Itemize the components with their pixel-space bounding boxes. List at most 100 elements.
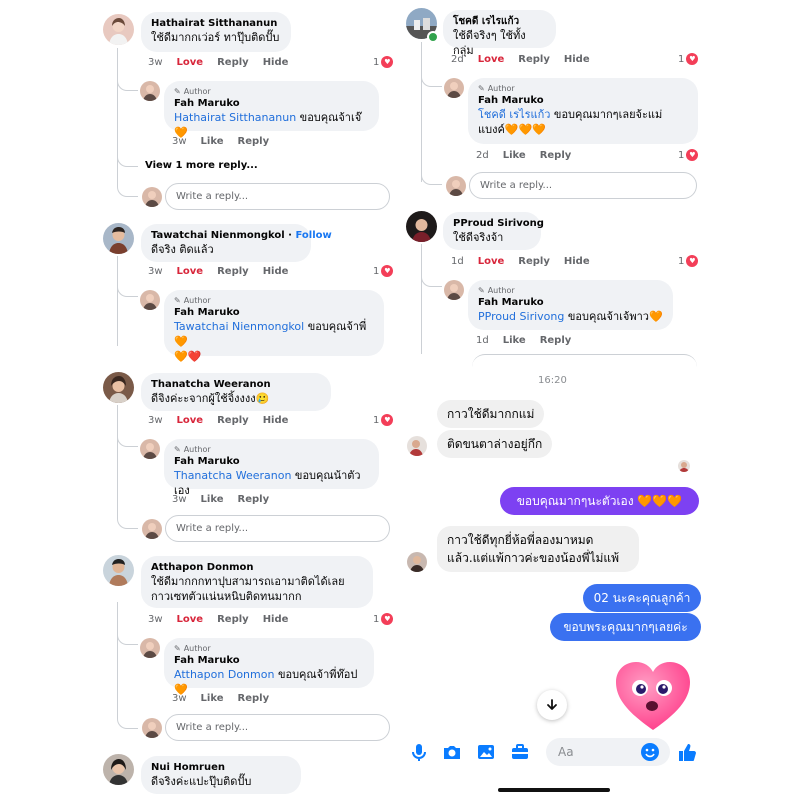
outgoing-message[interactable]: ขอบพระคุณมากๆเลยค่ะ — [550, 613, 701, 641]
like-button[interactable]: Like — [503, 335, 526, 346]
reaction-count[interactable]: 1 ♥ — [373, 613, 394, 625]
avatar[interactable] — [103, 223, 134, 254]
mention-link[interactable]: Tawatchai Nienmongkol — [174, 320, 304, 333]
reply-button[interactable]: Reply — [540, 335, 572, 346]
thread-branch — [117, 432, 138, 447]
author-reply-bubble: ✎ Author Fah Maruko Tawatchai Nienmongkol… — [164, 290, 384, 363]
heart-reaction-icon: ♥ — [686, 53, 699, 65]
like-button[interactable]: Like — [503, 150, 526, 161]
reply-button[interactable]: Reply — [217, 614, 249, 625]
avatar[interactable] — [103, 14, 134, 45]
hide-button[interactable]: Hide — [564, 256, 590, 267]
hide-button[interactable]: Hide — [263, 266, 289, 277]
reply-button[interactable]: Reply — [518, 54, 550, 65]
author-avatar[interactable] — [140, 439, 160, 459]
view-more-replies-link[interactable]: View 1 more reply... — [145, 160, 258, 171]
hide-button[interactable]: Hide — [564, 54, 590, 65]
mention-link[interactable]: โชคดี เรไรแก้ว — [478, 108, 550, 121]
hide-button[interactable]: Hide — [263, 415, 289, 426]
thumbs-up-icon[interactable] — [676, 741, 698, 763]
author-name[interactable]: Fah Maruko — [174, 97, 369, 110]
follow-button[interactable]: Follow — [295, 230, 331, 241]
comment-bubble: Hathairat Sitthananun ใช้ดีมากกเว่อร์ ทา… — [141, 12, 291, 52]
author-avatar[interactable] — [444, 280, 464, 300]
commenter-name[interactable]: Atthapon Donmon — [151, 561, 363, 574]
love-button[interactable]: Love — [478, 54, 505, 65]
author-reply-bubble: ✎ Author Fah Maruko Thanatcha Weeranon ขอ… — [164, 439, 379, 497]
reaction-count[interactable]: 1 ♥ — [373, 56, 394, 68]
reply-button[interactable]: Reply — [238, 494, 270, 505]
reaction-count[interactable]: 1 ♥ — [678, 53, 699, 65]
commenter-name[interactable]: โชคดี เรไรแก้ว — [453, 15, 546, 28]
reply-button[interactable]: Reply — [217, 415, 249, 426]
write-reply-input[interactable]: Write a reply... — [165, 714, 390, 741]
heart-face-sticker[interactable] — [614, 660, 692, 732]
reply-button[interactable]: Reply — [217, 266, 249, 277]
mention-link[interactable]: PProud Sirivong — [478, 310, 564, 323]
write-reply-input[interactable]: Write a reply... — [165, 183, 390, 210]
reply-button[interactable]: Reply — [238, 136, 270, 147]
camera-icon[interactable] — [441, 741, 463, 763]
hide-button[interactable]: Hide — [263, 57, 289, 68]
reaction-count[interactable]: 1 ♥ — [678, 149, 699, 161]
reply-button[interactable]: Reply — [518, 256, 550, 267]
emoji-icon[interactable] — [639, 741, 661, 763]
like-button[interactable]: Like — [201, 494, 224, 505]
author-name[interactable]: Fah Maruko — [478, 94, 688, 107]
commenter-name[interactable]: Nui Homruen — [151, 761, 291, 774]
reply-button[interactable]: Reply — [540, 150, 572, 161]
gallery-icon[interactable] — [475, 741, 497, 763]
microphone-icon[interactable] — [408, 741, 430, 763]
reply-button[interactable]: Reply — [238, 693, 270, 704]
mention-link[interactable]: Hathairat Sitthananun — [174, 111, 296, 124]
love-button[interactable]: Love — [177, 614, 204, 625]
write-reply-input-partial[interactable] — [472, 354, 697, 367]
author-avatar[interactable] — [140, 638, 160, 658]
avatar[interactable] — [103, 754, 134, 785]
commenter-name[interactable]: PProud Sirivong — [453, 217, 544, 230]
reaction-count[interactable]: 1 ♥ — [373, 414, 394, 426]
reaction-count[interactable]: 1 ♥ — [373, 265, 394, 277]
love-button[interactable]: Love — [177, 415, 204, 426]
author-avatar[interactable] — [140, 290, 160, 310]
avatar[interactable] — [103, 555, 134, 586]
comment-actions: 3w Love Reply Hide — [148, 415, 289, 426]
outgoing-message[interactable]: 02 นะคะคุณลูกค้า — [583, 584, 701, 612]
comment-bubble: โชคดี เรไรแก้ว ใช้ดีจริงๆ ใช้ทั้งกลุ่ม — [443, 10, 556, 57]
mention-link[interactable]: Thanatcha Weeranon — [174, 469, 291, 482]
write-reply-input[interactable]: Write a reply... — [469, 172, 697, 199]
incoming-message[interactable]: กาวใช้ดีมากกแม่ — [437, 400, 545, 428]
love-button[interactable]: Love — [177, 57, 204, 68]
like-button[interactable]: Like — [201, 693, 224, 704]
contact-avatar[interactable] — [407, 436, 427, 456]
author-name[interactable]: Fah Maruko — [174, 455, 369, 468]
commenter-name[interactable]: Hathairat Sitthananun — [151, 17, 281, 30]
mention-link[interactable]: Atthapon Donmon — [174, 668, 274, 681]
author-name[interactable]: Fah Maruko — [478, 296, 663, 309]
incoming-message[interactable]: กาวใช้ดีทุกยี่ห้อพี่ลองมาหมด แล้ว.แต่แพ้… — [437, 526, 639, 572]
reaction-count[interactable]: 1 ♥ — [678, 255, 699, 267]
author-avatar[interactable] — [140, 81, 160, 101]
reply-button[interactable]: Reply — [217, 57, 249, 68]
author-reply-bubble: ✎ Author Fah Maruko โชคดี เรไรแก้ว ขอบคุณ… — [468, 78, 698, 144]
avatar[interactable] — [406, 211, 437, 242]
commenter-name[interactable]: Tawatchai Nienmongkol — [151, 230, 285, 241]
scroll-to-bottom-button[interactable] — [537, 690, 567, 720]
love-button[interactable]: Love — [177, 266, 204, 277]
commenter-name[interactable]: Thanatcha Weeranon — [151, 378, 321, 391]
contact-avatar[interactable] — [407, 552, 427, 572]
author-avatar[interactable] — [444, 78, 464, 98]
comment-text: ดีจริงค่ะแปะปุ๊บติดปั๊บ — [151, 775, 252, 788]
heart-reaction-icon: ♥ — [381, 56, 394, 68]
briefcase-icon[interactable] — [509, 741, 531, 763]
outgoing-message[interactable]: ขอบคุณมากๆนะตัวเอง 🧡🧡🧡 — [500, 487, 699, 515]
incoming-message[interactable]: ติดขนตาล่างอยู่กึก — [437, 430, 553, 458]
like-button[interactable]: Like — [201, 136, 224, 147]
love-button[interactable]: Love — [478, 256, 505, 267]
author-badge: ✎ Author — [174, 87, 211, 96]
hide-button[interactable]: Hide — [263, 614, 289, 625]
author-name[interactable]: Fah Maruko — [174, 654, 364, 667]
author-name[interactable]: Fah Maruko — [174, 306, 374, 319]
avatar[interactable] — [103, 372, 134, 403]
write-reply-input[interactable]: Write a reply... — [165, 515, 390, 542]
